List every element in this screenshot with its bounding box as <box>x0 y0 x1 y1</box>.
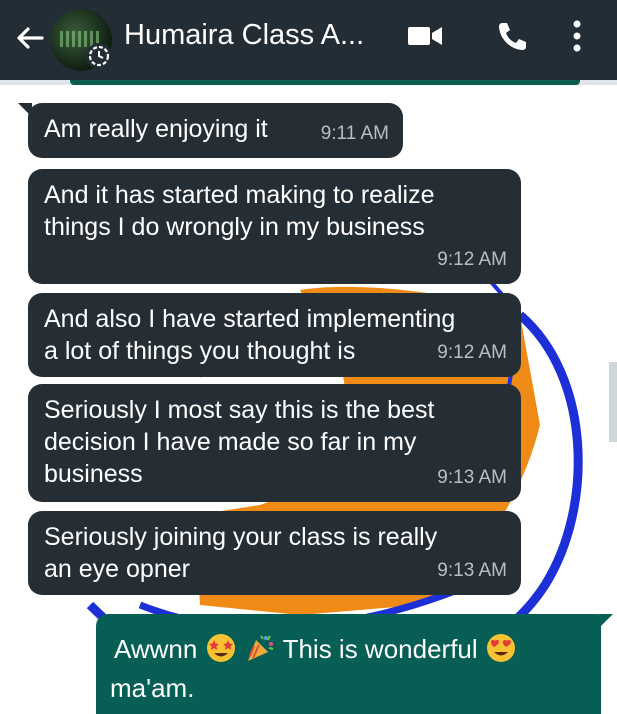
outgoing-message-bubble[interactable]: Awwnn This is wonderful ma'am. <box>96 614 613 714</box>
message-text: And it has started making to realize thi… <box>44 181 435 241</box>
message-text-line2: ma'am. <box>110 673 195 703</box>
message-bubble[interactable]: And it has started making to realize thi… <box>28 169 521 284</box>
chat-header: Humaira Class A... <box>0 0 617 80</box>
more-vert-icon[interactable] <box>567 18 587 58</box>
message-bubble[interactable]: Seriously joining your class is really a… <box>28 511 521 595</box>
star-struck-emoji <box>206 634 235 662</box>
phone-icon[interactable] <box>494 18 528 54</box>
bubble-tail <box>599 614 613 628</box>
back-arrow-icon[interactable] <box>12 20 48 56</box>
message-time: 9:12 AM <box>437 342 507 363</box>
clock-icon <box>86 43 112 69</box>
message-time: 9:12 AM <box>437 249 507 270</box>
header-divider <box>0 80 617 85</box>
message-time: 9:13 AM <box>437 560 507 581</box>
scrollbar[interactable] <box>609 362 617 442</box>
message-bubble[interactable]: Seriously I most say this is the best de… <box>28 384 521 502</box>
message-bubble[interactable]: And also I have started implementing a l… <box>28 293 521 377</box>
message-text: Awwnn This is wonderful <box>114 631 517 667</box>
message-time: 9:11 AM <box>320 123 389 144</box>
message-time: 9:13 AM <box>437 467 507 488</box>
chat-title[interactable]: Humaira Class A... <box>124 18 364 52</box>
bubble-tail <box>18 103 32 117</box>
heart-eyes-emoji <box>486 634 515 662</box>
video-call-icon[interactable] <box>406 18 446 54</box>
message-bubble[interactable]: Am really enjoying it 9:11 AM <box>18 103 403 158</box>
party-popper-emoji <box>247 635 274 661</box>
